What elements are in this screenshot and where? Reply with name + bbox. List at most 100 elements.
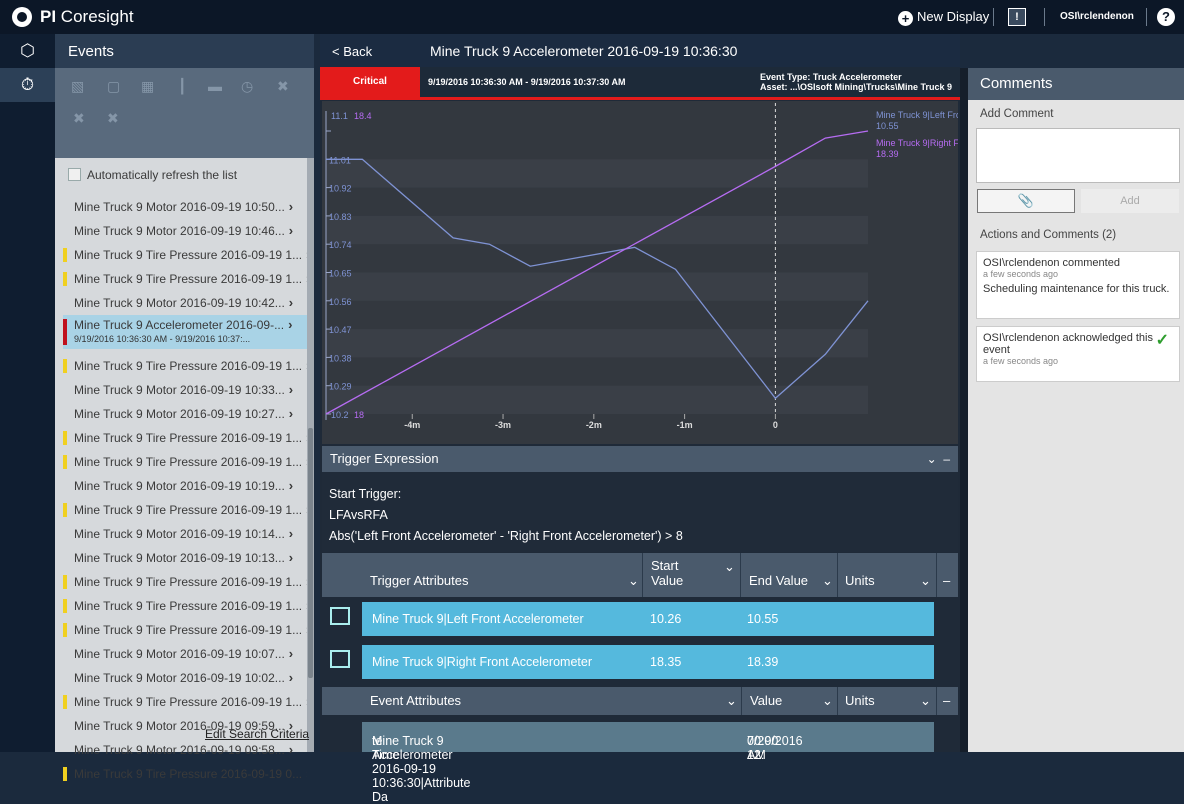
sort-icon[interactable]: ⌄	[724, 559, 735, 575]
sort-icon[interactable]: ⌄	[628, 573, 639, 589]
event-item-label: Mine Truck 9 Tire Pressure 2016-09-19 1.…	[74, 455, 303, 469]
severity-marker	[63, 527, 67, 541]
event-list-item[interactable]: Mine Truck 9 Motor 2016-09-19 10:27... ›	[63, 402, 307, 426]
sort-icon[interactable]: ⌄	[920, 687, 931, 715]
radial-gauge-icon[interactable]: ◷	[241, 78, 253, 95]
event-list-item[interactable]: Mine Truck 9 Motor 2016-09-19 09:58... ›	[63, 738, 307, 762]
collapse-icon[interactable]: ⌄ –	[927, 446, 950, 472]
event-item-label: Mine Truck 9 Tire Pressure 2016-09-19 1.…	[74, 695, 303, 709]
y-tick-label: 10.92	[329, 184, 352, 194]
col-end-value[interactable]: End Value	[749, 573, 808, 588]
collapse-icon[interactable]: –	[943, 573, 950, 588]
notification-flag-icon[interactable]: !	[1008, 8, 1026, 26]
event-list-item[interactable]: Mine Truck 9 Motor 2016-09-19 10:02... ›	[63, 666, 307, 690]
trend-icon[interactable]	[330, 650, 350, 668]
severity-marker	[63, 647, 67, 661]
sort-icon[interactable]: ⌄	[822, 687, 833, 715]
sort-icon[interactable]: ⌄	[726, 687, 737, 715]
chevron-right-icon: ›	[288, 646, 294, 661]
auto-refresh-checkbox[interactable]: Automatically refresh the list	[68, 168, 237, 182]
new-display-button[interactable]: + New Display	[898, 9, 989, 26]
x-tick-label: -1m	[677, 420, 693, 430]
y-tick-label: 10.29	[329, 382, 352, 392]
edit-search-criteria-link[interactable]: Edit Search Criteria	[205, 727, 309, 741]
severity-marker	[63, 455, 67, 469]
col-units[interactable]: Units	[845, 687, 875, 715]
help-icon[interactable]: ?	[1157, 8, 1175, 26]
xy-plot-icon[interactable]: ▢	[107, 78, 120, 95]
event-list-item[interactable]: Mine Truck 9 Tire Pressure 2016-09-19 1.…	[63, 243, 307, 267]
end-value: 10.55	[747, 612, 779, 626]
chevron-right-icon: ›	[288, 742, 294, 757]
event-list-item[interactable]: Mine Truck 9 Tire Pressure 2016-09-19 1.…	[63, 594, 307, 618]
event-list-item[interactable]: Mine Truck 9 Motor 2016-09-19 10:46... ›	[63, 219, 307, 243]
event-list-item[interactable]: Mine Truck 9 Tire Pressure 2016-09-19 1.…	[63, 690, 307, 714]
event-list-item[interactable]: Mine Truck 9 Motor 2016-09-19 10:42... ›	[63, 291, 307, 315]
event-list-item[interactable]: Mine Truck 9 Motor 2016-09-19 10:14... ›	[63, 522, 307, 546]
event-list-item[interactable]: Mine Truck 9 Tire Pressure 2016-09-19 1.…	[63, 450, 307, 474]
col-trigger-attributes[interactable]: Trigger Attributes	[370, 573, 469, 588]
event-item-label: Mine Truck 9 Motor 2016-09-19 10:33...	[74, 383, 285, 397]
col-units[interactable]: Units	[845, 573, 875, 588]
tools-icon[interactable]: ✖	[277, 78, 289, 95]
x-tick-label: 0	[773, 420, 778, 430]
event-list-item[interactable]: Mine Truck 9 Tire Pressure 2016-09-19 1.…	[63, 618, 307, 642]
event-list-item[interactable]: Mine Truck 9 Motor 2016-09-19 10:33... ›	[63, 378, 307, 402]
sort-icon[interactable]: ⌄	[920, 573, 931, 589]
panel-splitter[interactable]	[960, 68, 968, 752]
trigger-expression-header[interactable]: Trigger Expression ⌄ –	[322, 446, 958, 472]
settings-tools-icon[interactable]: ✖	[107, 110, 119, 127]
event-item-label: Mine Truck 9 Motor 2016-09-19 10:46...	[74, 224, 285, 238]
horizontal-gauge-icon[interactable]: ▬	[208, 78, 222, 94]
trigger-attribute-row[interactable]: Mine Truck 9|Left Front Accelerometer 10…	[362, 602, 934, 636]
event-attribute-row[interactable]: Mine Truck 9 Accelerometer 2016-09-19 10…	[362, 722, 934, 804]
severity-marker	[63, 383, 67, 397]
event-list-item[interactable]: Mine Truck 9 Tire Pressure 2016-09-19 1.…	[63, 498, 307, 522]
event-type-info: Event Type: Truck Accelerometer Asset: .…	[760, 72, 953, 92]
chevron-right-icon: ›	[288, 550, 294, 565]
trend-icon[interactable]	[330, 607, 350, 625]
divider	[837, 687, 838, 715]
table-icon[interactable]: ▦	[141, 78, 154, 95]
event-list-item[interactable]: Mine Truck 9 Motor 2016-09-19 10:07... ›	[63, 642, 307, 666]
paperclip-icon: 📎	[1017, 193, 1035, 208]
event-trend-chart[interactable]: 11.01 10.92 10.83 10.74 10.65 10.56 10.47 10.38…	[322, 101, 969, 444]
app-title: PI Coresight	[40, 7, 134, 26]
event-list-item[interactable]: Mine Truck 9 Tire Pressure 2016-09-19 0.…	[63, 762, 307, 786]
divider	[837, 553, 838, 597]
tools-icon[interactable]: ✖	[73, 110, 85, 127]
add-comment-button[interactable]: Add	[1081, 189, 1179, 213]
events-scrollbar[interactable]	[307, 158, 314, 752]
col-start-value[interactable]: Start	[651, 558, 678, 573]
event-frames-icon[interactable]: ⏱	[0, 68, 55, 102]
y-tick-label: 10.74	[329, 240, 352, 250]
trend-icon[interactable]: ▧	[71, 78, 84, 95]
event-list-item[interactable]: Mine Truck 9 Tire Pressure 2016-09-19 1.…	[63, 426, 307, 450]
scroll-thumb[interactable]	[308, 428, 313, 678]
event-list-item[interactable]: Mine Truck 9 Motor 2016-09-19 10:50... ›	[63, 195, 307, 219]
event-list-item[interactable]: Mine Truck 9 Tire Pressure 2016-09-19 1.…	[63, 267, 307, 291]
user-name[interactable]: OSI\rclendenon	[1060, 11, 1134, 22]
trigger-attribute-row[interactable]: Mine Truck 9|Right Front Accelerometer 1…	[362, 645, 934, 679]
event-summary-bar: Critical 9/19/2016 10:36:30 AM - 9/19/20…	[320, 67, 960, 100]
cube-icon[interactable]: ⬡	[0, 34, 55, 68]
checkbox-icon[interactable]	[68, 168, 81, 181]
sort-icon[interactable]: ⌄	[822, 573, 833, 589]
col-value[interactable]: Value	[750, 687, 782, 715]
attribute-name: Mine Truck 9|Right Front Accelerometer	[372, 655, 592, 669]
collapse-icon[interactable]: –	[943, 687, 950, 715]
comment-textarea[interactable]	[976, 128, 1180, 183]
event-list-item[interactable]: Mine Truck 9 Motor 2016-09-19 10:13... ›	[63, 546, 307, 570]
event-list-item[interactable]: Mine Truck 9 Accelerometer 2016-09-... › 9…	[63, 315, 307, 349]
severity-marker	[63, 599, 67, 613]
events-panel: Events ▧ ▢ ▦ ┃ ▬ ◷ ✖ ✖ ✖ Automatically r…	[55, 34, 314, 781]
event-list-item[interactable]: Mine Truck 9 Motor 2016-09-19 10:19... ›	[63, 474, 307, 498]
event-item-label: Mine Truck 9 Motor 2016-09-19 10:27...	[74, 407, 285, 421]
event-list-item[interactable]: Mine Truck 9 Tire Pressure 2016-09-19 1.…	[63, 570, 307, 594]
back-button[interactable]: < Back	[332, 44, 372, 59]
bar-gauge-icon[interactable]: ┃	[178, 78, 186, 95]
event-list-item[interactable]: Mine Truck 9 Tire Pressure 2016-09-19 1.…	[63, 354, 307, 378]
attach-button[interactable]: 📎	[977, 189, 1075, 213]
pi-logo-icon	[12, 7, 32, 27]
col-event-attributes[interactable]: Event Attributes	[370, 687, 461, 715]
